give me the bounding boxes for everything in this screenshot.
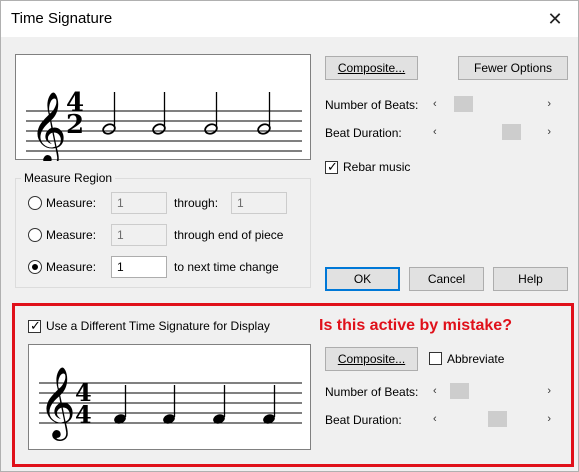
measure-region-title: Measure Region bbox=[21, 171, 116, 185]
measure-to-end-field[interactable]: 1 bbox=[111, 224, 167, 246]
ok-label: OK bbox=[353, 272, 372, 286]
beat-duration-label: Beat Duration: bbox=[325, 126, 402, 140]
measure-from-field[interactable]: 1 bbox=[111, 192, 167, 214]
slider-thumb[interactable] bbox=[454, 96, 473, 112]
composite-button[interactable]: Composite... bbox=[325, 56, 418, 80]
measure-next-change-label[interactable]: Measure: bbox=[46, 260, 96, 274]
measure-next-change-field[interactable]: 1 bbox=[111, 256, 167, 278]
measure-to-end-radio[interactable] bbox=[28, 228, 42, 242]
help-button[interactable]: Help bbox=[493, 267, 568, 291]
radio-dot bbox=[32, 264, 38, 270]
chevron-right-icon[interactable]: › bbox=[547, 95, 551, 113]
chevron-left-icon[interactable]: ‹ bbox=[433, 123, 437, 141]
time-signature-dialog: Time Signature ✕ 𝄞 4 2 Composite... Fewe… bbox=[0, 0, 579, 472]
fewer-options-button[interactable]: Fewer Options bbox=[458, 56, 568, 80]
measure-to-end-label[interactable]: Measure: bbox=[46, 228, 96, 242]
rebar-music-checkbox[interactable]: ✓ bbox=[325, 159, 338, 174]
rebar-music-label[interactable]: Rebar music bbox=[343, 160, 410, 174]
composite-button-label: Composite... bbox=[337, 61, 406, 75]
chevron-right-icon[interactable]: › bbox=[547, 123, 551, 141]
title-bar: Time Signature ✕ bbox=[1, 1, 578, 37]
number-of-beats-label: Number of Beats: bbox=[325, 98, 419, 112]
chevron-left-icon[interactable]: ‹ bbox=[433, 95, 437, 113]
ok-button[interactable]: OK bbox=[325, 267, 400, 291]
close-icon[interactable]: ✕ bbox=[544, 8, 566, 30]
annotation-text: Is this active by mistake? bbox=[319, 317, 512, 334]
time-sig-bottom: 2 bbox=[66, 110, 84, 140]
measure-range-radio[interactable] bbox=[28, 196, 42, 210]
help-label: Help bbox=[518, 272, 543, 286]
measure-through-field[interactable]: 1 bbox=[231, 192, 287, 214]
window-title: Time Signature bbox=[11, 10, 113, 27]
number-of-beats-slider[interactable]: ‹ › bbox=[433, 95, 551, 113]
checkmark-icon: ✓ bbox=[327, 159, 338, 174]
cancel-label: Cancel bbox=[427, 272, 466, 286]
time-signature-preview: 𝄞 4 2 bbox=[15, 54, 311, 161]
treble-clef-icon: 𝄞 bbox=[30, 90, 67, 161]
through-label: through: bbox=[174, 196, 219, 210]
next-time-change-label: to next time change bbox=[174, 260, 279, 274]
measure-next-change-radio[interactable] bbox=[28, 260, 42, 274]
slider-thumb[interactable] bbox=[502, 124, 521, 140]
cancel-button[interactable]: Cancel bbox=[409, 267, 484, 291]
fewer-options-label: Fewer Options bbox=[473, 61, 553, 75]
staff-preview-svg: 𝄞 4 2 bbox=[26, 88, 302, 161]
beat-duration-slider[interactable]: ‹ › bbox=[433, 123, 551, 141]
measure-range-label[interactable]: Measure: bbox=[46, 196, 96, 210]
through-end-label: through end of piece bbox=[174, 228, 284, 242]
